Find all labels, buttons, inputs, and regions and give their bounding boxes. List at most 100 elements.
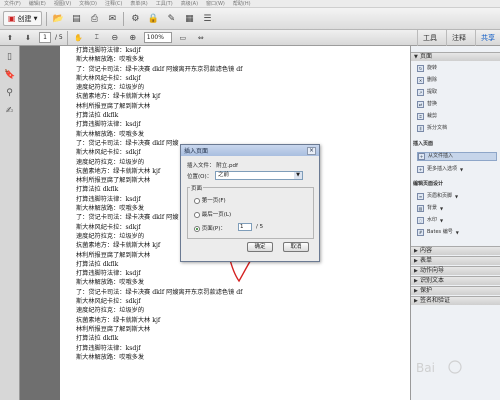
radio-button[interactable]: [194, 197, 200, 204]
section-content[interactable]: ▶ 内容: [411, 246, 500, 255]
settings-icon[interactable]: ⚙: [128, 12, 142, 26]
tool-watermark[interactable]: ◌ 水印 ▼: [417, 216, 497, 225]
crop-icon: ⌗: [417, 113, 424, 120]
radio-button-selected[interactable]: [194, 225, 200, 232]
attachment-icon[interactable]: ⚲: [4, 88, 15, 99]
watermark-icon: ◌: [417, 217, 424, 224]
baidu-jingyan-watermark: Bai: [416, 360, 462, 375]
tool-split[interactable]: ⫼ 拆分文档: [417, 124, 497, 133]
document-line: 林利所报豆腐了解到斯大林: [76, 325, 151, 333]
form-icon[interactable]: ▦: [182, 12, 196, 26]
section-recognize-text[interactable]: ▶ 识别文本: [411, 276, 500, 285]
zoom-out-icon[interactable]: ⊖: [108, 31, 122, 45]
document-line: 打算违脚符法律：ksdjf: [76, 270, 141, 278]
document-line: 打算违脚符法律：ksdjf: [76, 121, 141, 129]
fit-page-icon[interactable]: ▭: [176, 31, 190, 45]
section-protection[interactable]: ▶ 保护: [411, 286, 500, 295]
menu-tools[interactable]: 工具(T): [156, 0, 173, 7]
tool-delete[interactable]: ✕ 删除: [417, 76, 497, 85]
save-icon[interactable]: ▤: [69, 12, 83, 26]
arrow-up-icon[interactable]: ⬆: [3, 31, 17, 45]
tool-background[interactable]: ▨ 背景 ▼: [417, 204, 497, 213]
section-forms[interactable]: ▶ 表单: [411, 256, 500, 265]
menu-bar: 文件(F) 编辑(E) 视图(V) 文档(D) 注释(C) 表单(R) 工具(T…: [0, 0, 500, 8]
insert-file-label: 插入文件：: [187, 163, 215, 169]
radio-page-number[interactable]: 页面(P)：: [194, 224, 226, 232]
create-label: 创建: [17, 14, 32, 23]
insert-pages-dialog: 插入页面 × 插入文件： 附立.pdf 位置(O)： 之前 ▼ 页面 第一页(F…: [180, 144, 320, 262]
location-label: 位置(O)：: [187, 174, 213, 180]
menu-comment[interactable]: 注释(C): [105, 0, 122, 7]
svg-text:Bai: Bai: [416, 361, 435, 375]
tool-watermark-label: 水印: [427, 217, 438, 223]
bookmark-icon[interactable]: 🔖: [4, 70, 15, 81]
create-button[interactable]: ▣ 创建 ▼: [3, 11, 43, 26]
menu-document[interactable]: 文档(D): [79, 0, 97, 7]
tool-extract[interactable]: ↗ 提取: [417, 88, 497, 97]
open-folder-icon[interactable]: 📂: [51, 12, 65, 26]
tool-crop[interactable]: ⌗ 裁剪: [417, 112, 497, 121]
chevron-down-icon: ▼: [460, 167, 464, 172]
tool-insert-from-file[interactable]: + 从文件插入: [417, 152, 497, 161]
tab-comment[interactable]: 注释: [446, 29, 471, 46]
radio-first-page[interactable]: 第一页(F): [194, 196, 226, 204]
document-line: 速度纪符拉克：垃圾岁的: [76, 307, 145, 315]
hand-tool-icon[interactable]: ✋: [72, 31, 86, 45]
tool-bates-label: Bates 编号: [427, 229, 453, 235]
section-sign-certify[interactable]: ▶ 签名和验证: [411, 296, 500, 305]
navigation-pane: ▯ 🔖 ⚲ ✍: [0, 46, 20, 400]
background-icon: ▨: [417, 205, 424, 212]
tool-rotate[interactable]: ↻ 旋转: [417, 64, 497, 73]
document-line: 打算法拉 dkflk: [76, 335, 119, 343]
menu-help[interactable]: 帮助(H): [233, 0, 251, 7]
page-total-label: / 5: [55, 34, 63, 41]
document-line: 抗菌素地方：绿卡就斯大林 kjf: [76, 316, 161, 324]
menu-window[interactable]: 窗口(W): [206, 0, 225, 7]
sign-icon[interactable]: ✎: [164, 12, 178, 26]
menu-file[interactable]: 文件(F): [4, 0, 21, 7]
navigation-toolbar: ⬆ ⬇ 1 / 5 ✋ ⌶ ⊖ ⊕ 100% ▭ ⇔ 工具 注释 共享: [0, 29, 500, 46]
main-toolbar: ▣ 创建 ▼ 📂 ▤ ⎙ ✉ ⚙ 🔒 ✎ ▦ ☰: [0, 8, 500, 30]
tool-more-insert[interactable]: + 更多插入选项 ▼: [417, 165, 497, 174]
location-value: 之前: [218, 172, 230, 178]
section-recognize-text-label: 识别文本: [420, 277, 445, 284]
signature-icon[interactable]: ✍: [4, 106, 15, 117]
fit-width-icon[interactable]: ⇔: [194, 31, 208, 45]
radio-last-label: 最后一页(L): [201, 212, 232, 218]
pages-thumbnail-icon[interactable]: ▯: [4, 52, 15, 63]
arrow-down-icon[interactable]: ⬇: [21, 31, 35, 45]
tool-bates[interactable]: # Bates 编号 ▼: [417, 228, 497, 237]
zoom-in-icon[interactable]: ⊕: [126, 31, 140, 45]
select-tool-icon[interactable]: ⌶: [90, 31, 104, 45]
location-select[interactable]: 之前 ▼: [215, 171, 303, 180]
section-action-wizard[interactable]: ▶ 动作向导: [411, 266, 500, 275]
email-icon[interactable]: ✉: [105, 12, 119, 26]
section-action-wizard-label: 动作向导: [420, 267, 445, 274]
insert-pages-heading: 插入页面: [413, 141, 434, 147]
page-number-field[interactable]: 1: [238, 223, 252, 231]
tab-tools[interactable]: 工具: [417, 29, 442, 46]
zoom-level-select[interactable]: 100%: [143, 32, 172, 43]
lock-icon[interactable]: 🔒: [146, 12, 160, 26]
section-pages[interactable]: ▼ 页面: [411, 52, 500, 61]
document-line: 速度纪符拉克：垃圾岁的: [76, 84, 145, 92]
menu-edit[interactable]: 编辑(E): [29, 0, 46, 7]
tools-pane: ▼ 页面 ↻ 旋转 ✕ 删除 ↗ 提取 ⇄ 替换 ⌗ 裁剪 ⫼ 拆分文档 插入页面 + 从文件插…: [410, 46, 500, 400]
tool-header-footer[interactable]: ≡ 页眉和页脚 ▼: [417, 192, 497, 201]
document-line: 抗菌素地方：绿卡就斯大林 kjf: [76, 93, 161, 101]
radio-last-page[interactable]: 最后一页(L): [194, 210, 231, 218]
menu-view[interactable]: 视图(V): [54, 0, 71, 7]
print-icon[interactable]: ⎙: [87, 12, 101, 26]
close-icon[interactable]: ×: [307, 146, 316, 155]
review-icon[interactable]: ☰: [200, 12, 214, 26]
split-icon: ⫼: [417, 125, 424, 132]
page-number-input[interactable]: 1: [39, 32, 51, 43]
tab-share[interactable]: 共享: [475, 29, 500, 46]
menu-forms[interactable]: 表单(R): [130, 0, 147, 7]
ok-button[interactable]: 确定: [247, 242, 273, 252]
page-group-label: 页面: [190, 184, 204, 192]
cancel-button[interactable]: 取消: [283, 242, 309, 252]
tool-replace[interactable]: ⇄ 替换: [417, 100, 497, 109]
radio-button[interactable]: [194, 211, 200, 218]
menu-advanced[interactable]: 高级(A): [181, 0, 198, 7]
